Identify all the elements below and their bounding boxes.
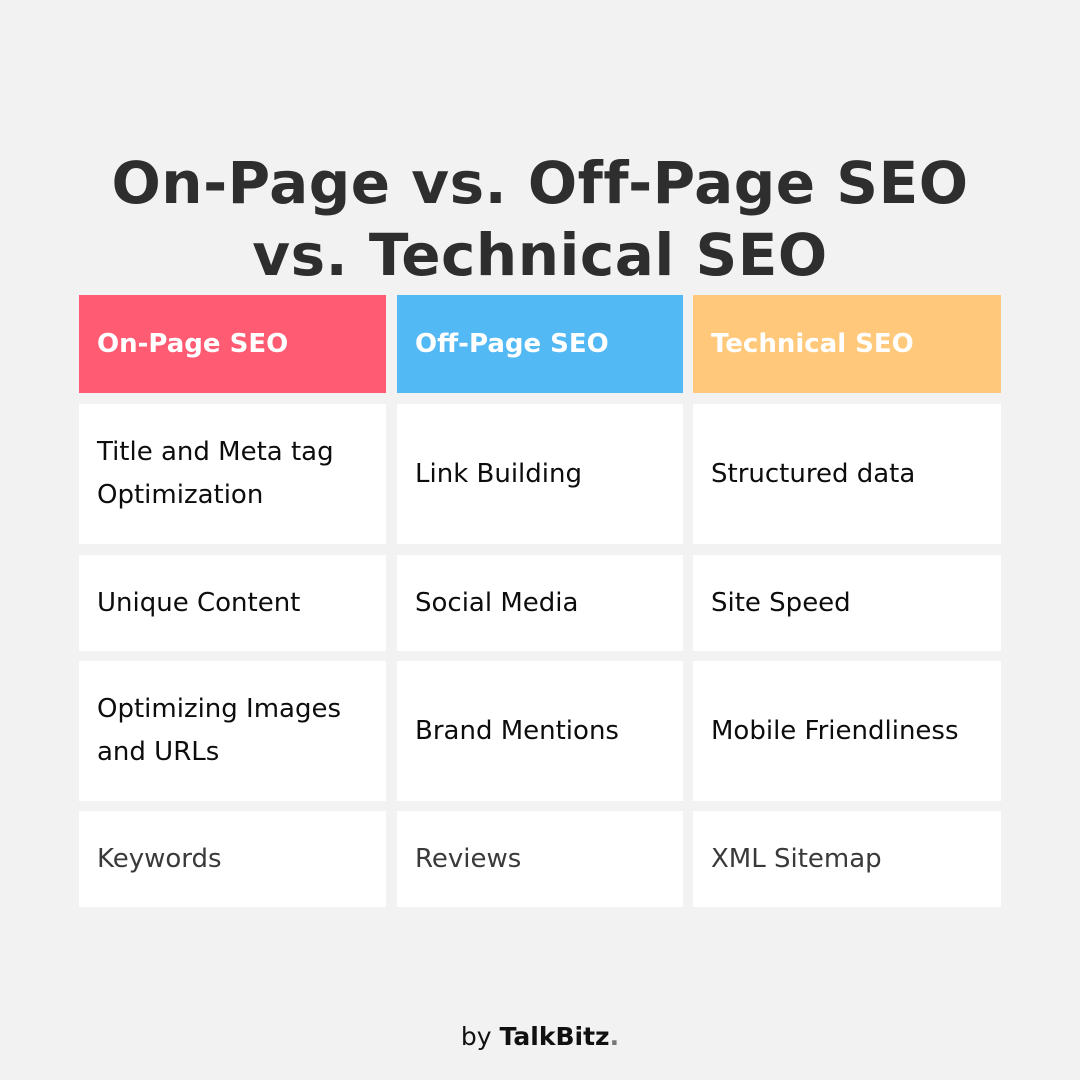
table-cell: Social Media [397,555,683,651]
footer-prefix: by [460,1022,492,1051]
table-cell: XML Sitemap [693,811,1001,907]
title-line-2: vs. Technical SEO [252,220,828,289]
brand-name: TalkBitz [499,1022,610,1051]
table-cell: Unique Content [79,555,386,651]
brand-dot: . [609,1022,620,1051]
page-title: On-Page vs. Off-Page SEO vs. Technical S… [0,147,1080,291]
column-header-on-page: On-Page SEO [79,295,386,393]
table-cell: Brand Mentions [397,661,683,801]
table-cell: Keywords [79,811,386,907]
table-cell: Optimizing Images and URLs [79,661,386,801]
table-cell: Reviews [397,811,683,907]
column-header-technical: Technical SEO [693,295,1001,393]
table-cell: Structured data [693,404,1001,544]
table-cell: Link Building [397,404,683,544]
title-line-1: On-Page vs. Off-Page SEO [111,148,969,217]
table-cell: Site Speed [693,555,1001,651]
column-header-off-page: Off-Page SEO [397,295,683,393]
table-cell: Title and Meta tag Optimization [79,404,386,544]
footer-credit: by TalkBitz. [0,1022,1080,1051]
table-cell: Mobile Friendliness [693,661,1001,801]
